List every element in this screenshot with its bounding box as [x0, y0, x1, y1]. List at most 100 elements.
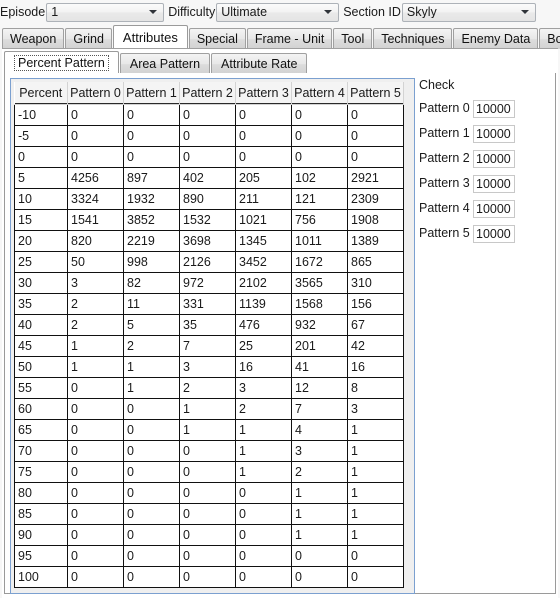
table-row[interactable]: -5 0 0 0 0 0 0	[14, 125, 404, 147]
subtab-percent-pattern[interactable]: Percent Pattern	[4, 51, 119, 74]
pattern-cell[interactable]: 0	[123, 125, 180, 147]
pattern-cell[interactable]: 1	[235, 440, 292, 462]
pattern-cell[interactable]: 0	[123, 545, 180, 567]
percent-cell[interactable]: 90	[14, 524, 68, 546]
pattern-cell[interactable]: 0	[67, 146, 124, 168]
pattern-cell[interactable]: 0	[347, 146, 404, 168]
tab-weapon[interactable]: Weapon	[2, 28, 65, 49]
table-row[interactable]: 100 0 0 0 0 0 0	[14, 566, 404, 588]
table-row[interactable]: 80 0 0 0 0 1 1	[14, 482, 404, 504]
percent-cell[interactable]: 85	[14, 503, 68, 525]
pattern-cell[interactable]: 0	[179, 566, 236, 588]
table-row[interactable]: 95 0 0 0 0 0 0	[14, 545, 404, 567]
pattern-cell[interactable]: 0	[123, 461, 180, 483]
pattern-cell[interactable]: 0	[291, 125, 348, 147]
table-row[interactable]: 0000000	[14, 146, 404, 168]
pattern-cell[interactable]: 820	[67, 230, 124, 252]
pattern-cell[interactable]: 0	[347, 566, 404, 588]
pattern-cell[interactable]: 3565	[291, 272, 348, 294]
pattern-cell[interactable]: 972	[179, 272, 236, 294]
pattern-cell[interactable]: 1	[347, 482, 404, 504]
pattern-cell[interactable]: 4	[291, 419, 348, 441]
percent-cell[interactable]: 80	[14, 482, 68, 504]
pattern-cell[interactable]: 897	[123, 167, 180, 189]
column-header-pattern-1[interactable]: Pattern 1	[123, 82, 180, 105]
percent-cell[interactable]: 60	[14, 398, 68, 420]
pattern-cell[interactable]: 0	[67, 566, 124, 588]
check-value-field[interactable]: 10000	[473, 199, 515, 218]
pattern-cell[interactable]: 3698	[179, 230, 236, 252]
tab-grind[interactable]: Grind	[65, 28, 112, 49]
pattern-cell[interactable]: 0	[235, 104, 292, 126]
table-row[interactable]: 60 0 0 1 2 7 3	[14, 398, 404, 420]
pattern-cell[interactable]: 0	[67, 482, 124, 504]
percent-cell[interactable]: 35	[14, 293, 68, 315]
pattern-cell[interactable]: 1932	[123, 188, 180, 210]
pattern-cell[interactable]: 0	[179, 440, 236, 462]
pattern-cell[interactable]: 1	[347, 419, 404, 441]
pattern-cell[interactable]: 2219	[123, 230, 180, 252]
pattern-cell[interactable]: 1908	[347, 209, 404, 231]
pattern-cell[interactable]: 1532	[179, 209, 236, 231]
pattern-cell[interactable]: 25	[235, 335, 292, 357]
pattern-cell[interactable]: 0	[123, 524, 180, 546]
pattern-cell[interactable]: 1	[291, 503, 348, 525]
percent-cell[interactable]: 15	[14, 209, 68, 231]
pattern-cell[interactable]: 3452	[235, 251, 292, 273]
pattern-cell[interactable]: 35	[179, 314, 236, 336]
pattern-cell[interactable]: 0	[123, 398, 180, 420]
section-id-dropdown[interactable]: Skyly	[401, 2, 536, 22]
pattern-cell[interactable]: 0	[291, 104, 348, 126]
pattern-cell[interactable]: 0	[291, 146, 348, 168]
subtab-area-pattern[interactable]: Area Pattern	[119, 53, 211, 74]
percent-cell[interactable]: 40	[14, 314, 68, 336]
pattern-cell[interactable]: 0	[123, 503, 180, 525]
pattern-cell[interactable]: 3	[179, 356, 236, 378]
pattern-cell[interactable]: 1	[347, 440, 404, 462]
pattern-cell[interactable]: 0	[235, 545, 292, 567]
pattern-cell[interactable]: 2921	[347, 167, 404, 189]
table-row[interactable]: 30 3 82 972 2102 3565 310	[14, 272, 404, 294]
pattern-cell[interactable]: 1	[291, 524, 348, 546]
percent-cell[interactable]: 55	[14, 377, 68, 399]
tab-frame-unit[interactable]: Frame - Unit	[246, 28, 333, 49]
pattern-cell[interactable]: 0	[179, 146, 236, 168]
pattern-cell[interactable]: 998	[123, 251, 180, 273]
pattern-cell[interactable]: 310	[347, 272, 404, 294]
percent-cell[interactable]: 30	[14, 272, 68, 294]
pattern-cell[interactable]: 0	[179, 524, 236, 546]
pattern-cell[interactable]: 1	[291, 482, 348, 504]
pattern-cell[interactable]: 1139	[235, 293, 292, 315]
column-header-pattern-2[interactable]: Pattern 2	[179, 82, 236, 105]
table-row[interactable]: 5 4256 897 402 205 102 2921	[14, 167, 404, 189]
pattern-cell[interactable]: 0	[123, 104, 180, 126]
pattern-cell[interactable]: 1345	[235, 230, 292, 252]
pattern-cell[interactable]: 12	[291, 377, 348, 399]
pattern-cell[interactable]: 4256	[67, 167, 124, 189]
tab-tool[interactable]: Tool	[333, 28, 373, 49]
pattern-cell[interactable]: 932	[291, 314, 348, 336]
percent-cell[interactable]: 25	[14, 251, 68, 273]
table-row[interactable]: 85 0 0 0 0 1 1	[14, 503, 404, 525]
pattern-cell[interactable]: 402	[179, 167, 236, 189]
table-row[interactable]: 40 2 5 35 476 932 67	[14, 314, 404, 336]
pattern-cell[interactable]: 2	[291, 461, 348, 483]
pattern-cell[interactable]: 1	[67, 335, 124, 357]
pattern-cell[interactable]: 1	[235, 419, 292, 441]
pattern-cell[interactable]: 2	[235, 398, 292, 420]
difficulty-dropdown[interactable]: Ultimate	[216, 2, 340, 22]
check-value-field[interactable]: 10000	[473, 99, 515, 118]
pattern-cell[interactable]: 0	[67, 524, 124, 546]
pattern-cell[interactable]: 0	[67, 398, 124, 420]
pattern-cell[interactable]: 1	[123, 377, 180, 399]
percent-cell[interactable]: 65	[14, 419, 68, 441]
pattern-cell[interactable]: 8	[347, 377, 404, 399]
pattern-cell[interactable]: 865	[347, 251, 404, 273]
pattern-cell[interactable]: 2	[67, 314, 124, 336]
tab-attributes[interactable]: Attributes	[112, 25, 188, 49]
pattern-cell[interactable]: 42	[347, 335, 404, 357]
pattern-cell[interactable]: 0	[179, 461, 236, 483]
pattern-cell[interactable]: 0	[67, 503, 124, 525]
percent-cell[interactable]: 95	[14, 545, 68, 567]
pattern-cell[interactable]: 0	[123, 419, 180, 441]
